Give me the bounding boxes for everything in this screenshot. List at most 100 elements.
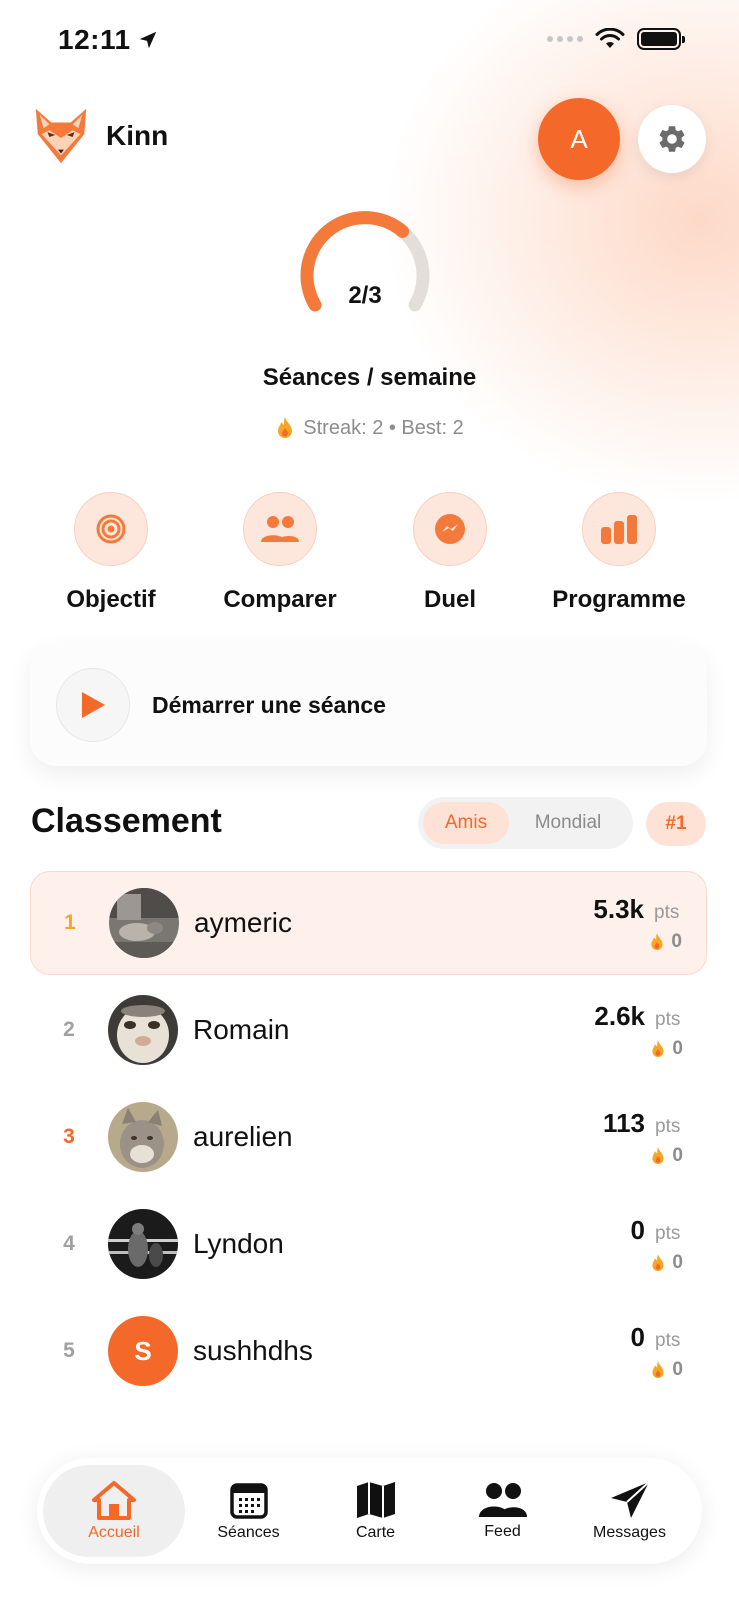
row-score: 2.6k pts 0	[557, 1001, 707, 1060]
messenger-icon	[435, 514, 465, 544]
gauge-value: 2/3	[348, 282, 382, 309]
score-value: 113	[603, 1107, 645, 1138]
row-rank: 3	[63, 1125, 75, 1148]
row-score: 0 pts 0	[557, 1322, 707, 1381]
quick-action-duel[interactable]: Duel	[360, 492, 540, 614]
quick-action-programme[interactable]: Programme	[529, 492, 709, 614]
avatar-photo	[108, 1209, 178, 1279]
row-rank: 2	[63, 1018, 75, 1041]
gear-icon	[659, 126, 685, 152]
map-icon	[356, 1482, 395, 1518]
quick-action-label: Comparer	[223, 586, 337, 613]
tab-amis[interactable]: Amis	[423, 802, 509, 844]
flame-icon	[652, 1039, 665, 1057]
bars-icon	[601, 515, 637, 544]
score-value: 2.6k	[594, 1000, 645, 1031]
avatar	[108, 1209, 178, 1279]
people-icon	[478, 1483, 527, 1517]
tab-accueil[interactable]: Accueil	[43, 1465, 185, 1557]
tab-feed[interactable]: Feed	[439, 1465, 566, 1557]
score-unit: pts	[654, 901, 680, 923]
score-value: 0	[630, 1214, 645, 1245]
leaderboard-scope-toggle: Amis Mondial	[418, 797, 633, 849]
quick-action-objectif[interactable]: Objectif	[21, 492, 201, 614]
bottom-tab-bar: Accueil Séances Carte Feed Messages	[37, 1458, 702, 1564]
brand-name: Kinn	[106, 120, 169, 151]
score-unit: pts	[655, 1008, 681, 1030]
quick-action-comparer[interactable]: Comparer	[190, 492, 370, 614]
row-name: aurelien	[193, 1121, 293, 1152]
wifi-icon	[595, 28, 625, 48]
location-arrow-icon	[139, 31, 156, 49]
battery-icon	[637, 28, 685, 50]
signal-icon	[547, 36, 583, 42]
quick-action-label: Objectif	[66, 586, 156, 613]
flame-icon	[652, 1253, 665, 1271]
score-unit: pts	[655, 1115, 681, 1137]
row-streak: 0	[672, 1144, 683, 1166]
avatar	[109, 888, 179, 958]
streak-summary: Streak: 2 • Best: 2	[0, 416, 739, 440]
start-session-button[interactable]: Démarrer une séance	[30, 644, 707, 766]
quick-action-label: Programme	[552, 586, 686, 613]
flame-icon	[652, 1146, 665, 1164]
fox-logo-icon	[35, 108, 87, 164]
home-icon	[92, 1481, 136, 1520]
leaderboard-row[interactable]: 1 aymeric 5.3k pts 0	[30, 871, 707, 975]
gauge-title: Séances / semaine	[262, 364, 477, 391]
status-time: 12:11	[58, 24, 159, 56]
score-unit: pts	[655, 1222, 681, 1244]
row-streak: 0	[671, 930, 682, 952]
tab-label: Carte	[355, 1524, 396, 1541]
tab-messages[interactable]: Messages	[566, 1465, 693, 1557]
row-score: 113 pts 0	[557, 1108, 707, 1167]
tab-mondial[interactable]: Mondial	[509, 802, 627, 844]
tab-carte[interactable]: Carte	[312, 1465, 439, 1557]
calendar-icon	[229, 1483, 268, 1519]
brand: Kinn	[30, 105, 168, 167]
profile-avatar-button[interactable]: A	[538, 98, 620, 180]
row-name: Romain	[193, 1014, 290, 1045]
leaderboard-title: Classement	[31, 802, 222, 840]
tab-label: Séances	[217, 1524, 280, 1541]
tab-label: Messages	[593, 1524, 666, 1541]
row-name: Lyndon	[193, 1228, 284, 1259]
score-value: 5.3k	[593, 893, 644, 924]
status-indicators	[547, 28, 685, 50]
clock: 12:11	[58, 24, 131, 55]
flame-icon	[651, 932, 664, 950]
row-name: aymeric	[194, 907, 293, 938]
play-button	[56, 668, 130, 742]
flame-icon	[278, 417, 293, 438]
avatar	[108, 1102, 178, 1172]
play-icon	[82, 692, 105, 718]
row-score: 0 pts 0	[557, 1215, 707, 1274]
row-rank: 5	[63, 1339, 75, 1362]
tab-seances[interactable]: Séances	[185, 1465, 312, 1557]
leaderboard-row[interactable]: 2 Romain 2.6k pts 0	[30, 978, 707, 1082]
avatar: S	[108, 1316, 178, 1386]
target-icon	[96, 514, 126, 544]
tab-label: Feed	[484, 1523, 521, 1540]
quick-action-label: Duel	[423, 586, 476, 613]
row-streak: 0	[672, 1251, 683, 1273]
leaderboard-row[interactable]: 3 aurelien 113 pts 0	[30, 1085, 707, 1189]
score-unit: pts	[655, 1329, 681, 1351]
row-streak: 0	[672, 1037, 683, 1059]
leaderboard-row[interactable]: 5 S sushhdhs 0 pts 0	[30, 1299, 707, 1403]
tab-label: Accueil	[88, 1524, 140, 1541]
avatar-photo	[109, 888, 179, 958]
row-score: 5.3k pts 0	[556, 894, 706, 953]
avatar-photo	[108, 995, 178, 1065]
avatar-photo	[108, 1102, 178, 1172]
people-icon	[261, 516, 299, 542]
settings-button[interactable]	[638, 105, 706, 173]
row-streak: 0	[672, 1358, 683, 1380]
my-rank-badge: #1	[646, 802, 706, 846]
leaderboard-row[interactable]: 4 Lyndon 0 pts 0	[30, 1192, 707, 1296]
avatar	[108, 995, 178, 1065]
row-rank: 1	[64, 911, 76, 934]
score-value: 0	[630, 1321, 645, 1352]
row-rank: 4	[63, 1232, 75, 1255]
row-name: sushhdhs	[193, 1335, 313, 1366]
